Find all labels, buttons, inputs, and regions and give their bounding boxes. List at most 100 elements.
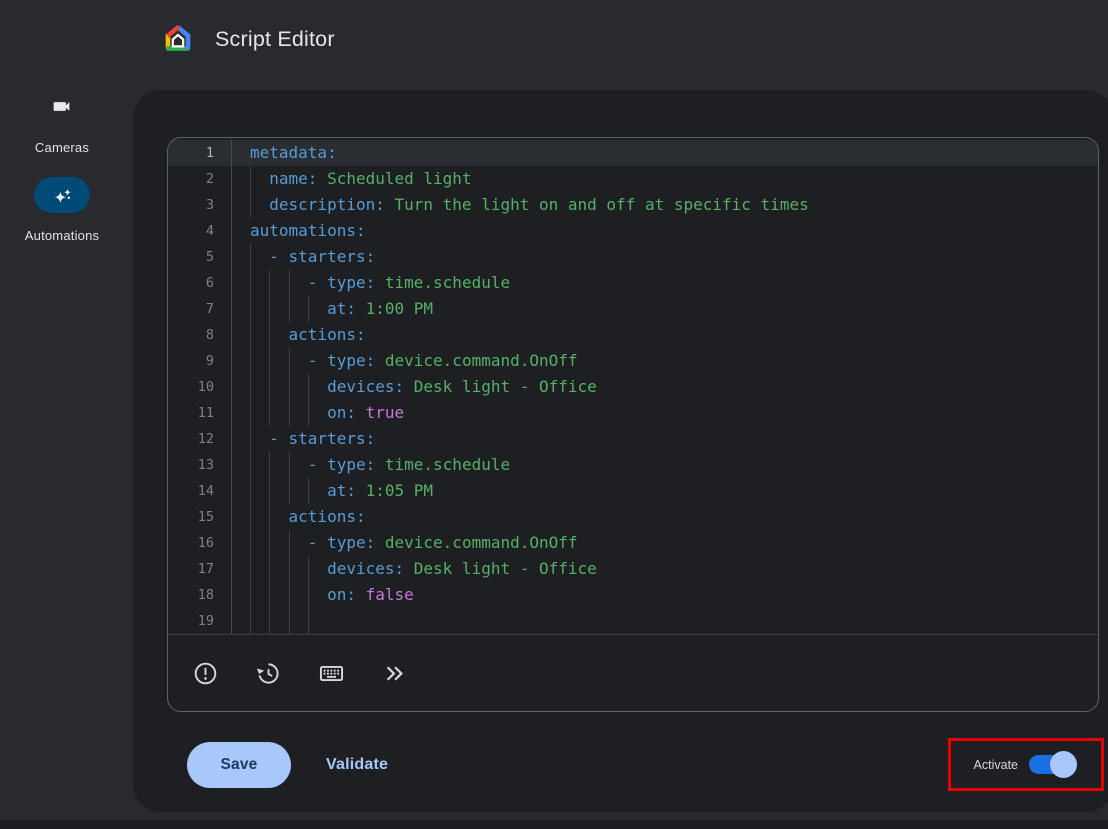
indent-guide bbox=[250, 296, 251, 322]
code-line[interactable]: 8 actions: bbox=[168, 322, 1098, 348]
sparkle-icon bbox=[51, 184, 73, 206]
code-line[interactable]: 17 devices: Desk light - Office bbox=[168, 556, 1098, 582]
line-number: 4 bbox=[168, 218, 232, 244]
line-number: 7 bbox=[168, 296, 232, 322]
indent-guide bbox=[250, 582, 251, 608]
indent-guide bbox=[250, 400, 251, 426]
line-number: 8 bbox=[168, 322, 232, 348]
keyboard-button[interactable] bbox=[316, 658, 346, 688]
line-number: 6 bbox=[168, 270, 232, 296]
indent-guide bbox=[250, 244, 251, 270]
code-line[interactable]: 13 - type: time.schedule bbox=[168, 452, 1098, 478]
code-line[interactable]: 5 - starters: bbox=[168, 244, 1098, 270]
problems-button[interactable] bbox=[190, 658, 220, 688]
indent-guide bbox=[269, 374, 270, 400]
line-number: 16 bbox=[168, 530, 232, 556]
line-number: 11 bbox=[168, 400, 232, 426]
code-line[interactable]: 1metadata: bbox=[168, 140, 1098, 166]
indent-guide bbox=[289, 400, 290, 426]
sidebar-item-cameras[interactable]: Cameras bbox=[35, 96, 89, 155]
indent-guide bbox=[308, 296, 309, 322]
keyboard-icon bbox=[318, 660, 345, 687]
line-number: 9 bbox=[168, 348, 232, 374]
indent-guide bbox=[308, 608, 309, 634]
validate-button[interactable]: Validate bbox=[314, 742, 400, 788]
sidebar: Cameras Automations bbox=[0, 96, 124, 243]
indent-guide bbox=[289, 530, 290, 556]
code-lines[interactable]: 1metadata:2 name: Scheduled light3 descr… bbox=[168, 138, 1098, 635]
indent-guide bbox=[289, 608, 290, 634]
sidebar-item-automations[interactable]: Automations bbox=[25, 155, 99, 243]
indent-guide bbox=[250, 530, 251, 556]
line-number: 17 bbox=[168, 556, 232, 582]
indent-guide bbox=[250, 374, 251, 400]
code-line[interactable]: 10 devices: Desk light - Office bbox=[168, 374, 1098, 400]
indent-guide bbox=[269, 348, 270, 374]
indent-guide bbox=[269, 322, 270, 348]
indent-guide bbox=[250, 426, 251, 452]
code-line[interactable]: 15 actions: bbox=[168, 504, 1098, 530]
line-number: 1 bbox=[168, 140, 232, 166]
indent-guide bbox=[250, 608, 251, 634]
line-number: 10 bbox=[168, 374, 232, 400]
indent-guide bbox=[269, 270, 270, 296]
save-button[interactable]: Save bbox=[187, 742, 291, 788]
indent-guide bbox=[289, 270, 290, 296]
sidebar-item-label: Cameras bbox=[35, 140, 89, 155]
code-line[interactable]: 12 - starters: bbox=[168, 426, 1098, 452]
code-line[interactable]: 7 at: 1:00 PM bbox=[168, 296, 1098, 322]
sidebar-item-label: Automations bbox=[25, 228, 99, 243]
line-number: 3 bbox=[168, 192, 232, 218]
editor-toolbar bbox=[168, 635, 1098, 711]
code-line[interactable]: 3 description: Turn the light on and off… bbox=[168, 192, 1098, 218]
indent-guide bbox=[250, 270, 251, 296]
indent-guide bbox=[308, 582, 309, 608]
code-editor[interactable]: 1metadata:2 name: Scheduled light3 descr… bbox=[167, 137, 1099, 712]
activate-toggle[interactable] bbox=[1029, 751, 1077, 778]
code-line[interactable]: 19 bbox=[168, 608, 1098, 634]
indent-guide bbox=[269, 530, 270, 556]
line-number: 13 bbox=[168, 452, 232, 478]
indent-guide bbox=[250, 452, 251, 478]
line-number: 14 bbox=[168, 478, 232, 504]
line-number: 15 bbox=[168, 504, 232, 530]
indent-guide bbox=[308, 556, 309, 582]
indent-guide bbox=[269, 582, 270, 608]
indent-guide bbox=[308, 374, 309, 400]
code-line[interactable]: 18 on: false bbox=[168, 582, 1098, 608]
indent-guide bbox=[250, 192, 251, 218]
history-icon bbox=[255, 660, 282, 687]
expand-toolbar-button[interactable] bbox=[379, 658, 409, 688]
indent-guide bbox=[250, 348, 251, 374]
indent-guide bbox=[250, 322, 251, 348]
toggle-knob bbox=[1050, 751, 1077, 778]
code-line[interactable]: 16 - type: device.command.OnOff bbox=[168, 530, 1098, 556]
double-chevron-right-icon bbox=[382, 661, 407, 686]
indent-guide bbox=[269, 478, 270, 504]
activate-label: Activate bbox=[974, 758, 1018, 772]
indent-guide bbox=[289, 478, 290, 504]
bottom-edge-strip bbox=[0, 820, 1108, 829]
code-line[interactable]: 11 on: true bbox=[168, 400, 1098, 426]
code-line[interactable]: 2 name: Scheduled light bbox=[168, 166, 1098, 192]
code-line[interactable]: 9 - type: device.command.OnOff bbox=[168, 348, 1098, 374]
code-line[interactable]: 6 - type: time.schedule bbox=[168, 270, 1098, 296]
line-number: 12 bbox=[168, 426, 232, 452]
app-header: Script Editor bbox=[162, 22, 335, 56]
indent-guide bbox=[250, 556, 251, 582]
indent-guide bbox=[289, 348, 290, 374]
indent-guide bbox=[250, 478, 251, 504]
indent-guide bbox=[289, 582, 290, 608]
google-home-logo-icon bbox=[162, 23, 194, 55]
video-camera-icon bbox=[51, 96, 72, 117]
indent-guide bbox=[289, 556, 290, 582]
code-line[interactable]: 4automations: bbox=[168, 218, 1098, 244]
history-button[interactable] bbox=[253, 658, 283, 688]
script-editor-panel: 1metadata:2 name: Scheduled light3 descr… bbox=[133, 90, 1108, 812]
indent-guide bbox=[269, 504, 270, 530]
indent-guide bbox=[269, 400, 270, 426]
indent-guide bbox=[289, 452, 290, 478]
indent-guide bbox=[269, 556, 270, 582]
indent-guide bbox=[269, 608, 270, 634]
code-line[interactable]: 14 at: 1:05 PM bbox=[168, 478, 1098, 504]
